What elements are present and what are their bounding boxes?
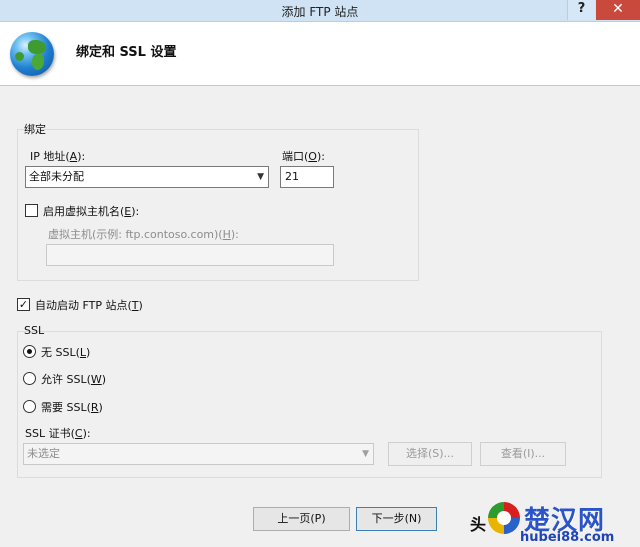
ssl-allow-radio[interactable] bbox=[23, 372, 36, 385]
previous-button[interactable]: 上一页(P) bbox=[253, 507, 350, 531]
ssl-none-radio[interactable] bbox=[23, 345, 36, 358]
ip-address-select[interactable]: 全部未分配 ▼ bbox=[25, 166, 269, 188]
select-certificate-button: 选择(S)... bbox=[388, 442, 472, 466]
close-button[interactable]: ✕ bbox=[596, 0, 640, 20]
virtual-host-field-label: 虚拟主机(示例: ftp.contoso.com)(H): bbox=[48, 228, 239, 241]
ssl-group-label: SSL bbox=[24, 324, 45, 337]
ip-address-value: 全部未分配 bbox=[29, 170, 84, 183]
next-button[interactable]: 下一步(N) bbox=[356, 507, 437, 531]
wizard-header: 绑定和 SSL 设置 bbox=[0, 22, 640, 86]
binding-group-label: 绑定 bbox=[24, 123, 46, 136]
ssl-certificate-select: 未选定 ▼ bbox=[23, 443, 374, 465]
chevron-down-icon: ▼ bbox=[362, 449, 369, 459]
ssl-require-radio[interactable] bbox=[23, 400, 36, 413]
virtual-host-input bbox=[46, 244, 334, 266]
virtual-host-checkbox-label: 启用虚拟主机名(E): bbox=[43, 205, 140, 218]
watermark-url: hubei88.com bbox=[520, 530, 615, 545]
virtual-host-checkbox[interactable] bbox=[25, 204, 38, 217]
ssl-none-label: 无 SSL(L) bbox=[41, 346, 91, 359]
port-label: 端口(O): bbox=[282, 150, 325, 163]
port-input[interactable]: 21 bbox=[280, 166, 334, 188]
autostart-checkbox[interactable]: ✓ bbox=[17, 298, 30, 311]
chevron-down-icon: ▼ bbox=[257, 172, 264, 182]
ssl-require-label: 需要 SSL(R) bbox=[41, 401, 103, 414]
autostart-label: 自动启动 FTP 站点(T) bbox=[35, 299, 143, 312]
view-certificate-button: 查看(I)... bbox=[480, 442, 566, 466]
watermark-logo-icon bbox=[488, 502, 520, 534]
ip-address-label: IP 地址(A): bbox=[30, 150, 86, 163]
page-title: 绑定和 SSL 设置 bbox=[76, 45, 177, 60]
help-button[interactable]: ? bbox=[567, 0, 595, 20]
ssl-certificate-label: SSL 证书(C): bbox=[25, 427, 91, 440]
globe-icon bbox=[10, 32, 54, 76]
title-bar: 添加 FTP 站点 ? ✕ bbox=[0, 0, 640, 22]
ssl-allow-label: 允许 SSL(W) bbox=[41, 373, 107, 386]
watermark: 头 楚汉网 hubei88.com bbox=[470, 500, 640, 547]
window-title: 添加 FTP 站点 bbox=[281, 5, 359, 19]
ssl-certificate-value: 未选定 bbox=[27, 447, 60, 460]
watermark-text: 头 bbox=[470, 515, 488, 534]
